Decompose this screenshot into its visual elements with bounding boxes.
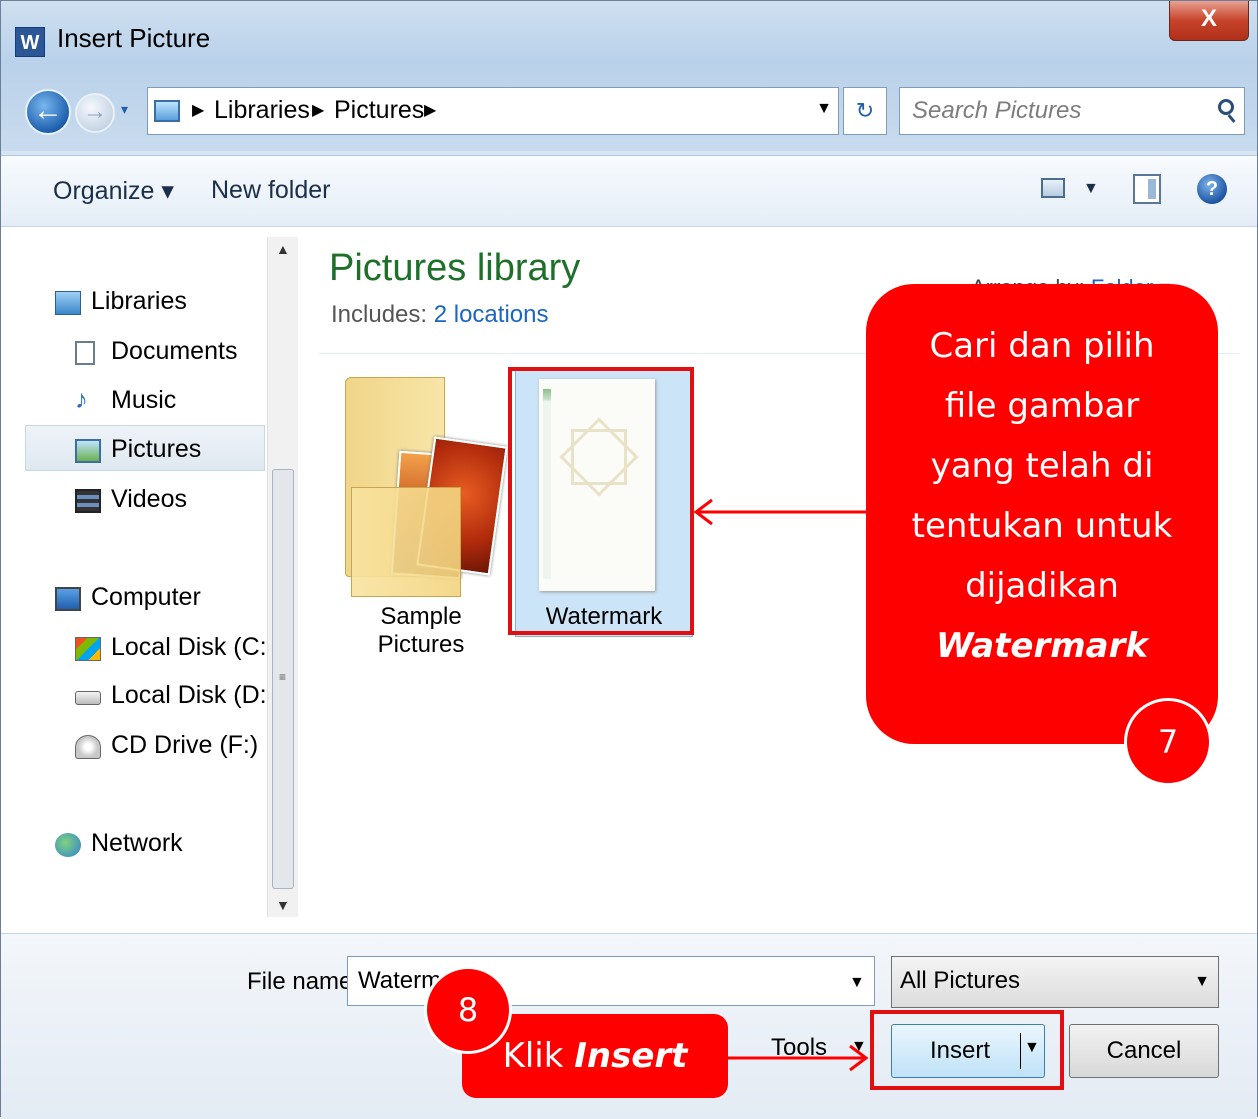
cd-drive-icon	[75, 735, 101, 759]
callout-line: dijadikan	[965, 566, 1119, 606]
callout-emphasis: Watermark	[936, 626, 1148, 666]
breadcrumb-pictures[interactable]: Pictures	[334, 96, 424, 125]
title-bar: W Insert Picture X	[1, 1, 1257, 77]
arrow-to-watermark	[693, 498, 866, 526]
libraries-icon	[55, 291, 81, 315]
nav-pane-scrollbar[interactable]: ▲ ≡ ▼	[267, 237, 298, 917]
search-icon[interactable]	[1218, 99, 1234, 115]
scroll-thumb[interactable]: ≡	[272, 469, 294, 889]
sidebar-item-label: Local Disk (D:)	[111, 681, 275, 709]
file-name: Sample Pictures	[377, 603, 465, 658]
command-toolbar: Organize ▾ New folder ▼ ?	[1, 155, 1257, 227]
breadcrumb-separator-icon[interactable]: ▶	[424, 100, 436, 120]
address-dropdown-icon[interactable]: ▼	[816, 100, 832, 118]
local-disk-d-icon	[75, 691, 101, 705]
view-options-dropdown-icon[interactable]: ▼	[1083, 180, 1099, 198]
navigation-pane: Libraries Documents ♪ Music Pictures Vid…	[1, 227, 299, 933]
forward-button[interactable]: →	[75, 93, 115, 133]
scroll-down-icon[interactable]: ▼	[276, 897, 290, 913]
network-icon	[55, 833, 81, 857]
sidebar-item-label: Libraries	[91, 287, 187, 315]
scroll-up-icon[interactable]: ▲	[276, 241, 290, 257]
refresh-button[interactable]: ↻	[843, 87, 887, 135]
callout-line: Cari dan pilih	[929, 326, 1155, 366]
search-input[interactable]: Search Pictures	[912, 97, 1081, 125]
file-item-sample-pictures[interactable]: Sample Pictures	[341, 367, 508, 658]
step7-badge: 7	[1124, 698, 1212, 786]
sidebar-item-label: CD Drive (F:)	[111, 731, 259, 759]
sidebar-item-label: Computer	[91, 583, 201, 611]
sidebar-item-label: Network	[91, 829, 183, 857]
music-icon: ♪	[75, 384, 88, 414]
file-name-label: File name:	[247, 968, 360, 995]
sidebar-item-label: Pictures	[111, 435, 202, 463]
highlight-box-insert	[870, 1010, 1064, 1090]
word-app-icon: W	[15, 27, 45, 57]
callout-line: file gambar	[944, 386, 1140, 426]
highlight-box-watermark	[508, 367, 694, 635]
pictures-location-icon	[154, 100, 180, 122]
organize-button[interactable]: Organize ▾	[53, 176, 174, 206]
videos-icon	[75, 489, 101, 513]
help-icon[interactable]: ?	[1197, 174, 1227, 204]
file-type-select[interactable]: All Pictures ▼	[891, 956, 1219, 1008]
documents-icon	[75, 341, 95, 365]
pictures-icon	[75, 439, 101, 463]
cancel-button[interactable]: Cancel	[1069, 1024, 1219, 1078]
file-name-dropdown-icon[interactable]: ▼	[849, 974, 865, 992]
arrow-to-insert	[728, 1044, 869, 1072]
callout-line: yang telah di	[930, 446, 1154, 486]
breadcrumb-libraries[interactable]: Libraries	[214, 96, 310, 125]
file-type-value: All Pictures	[900, 967, 1021, 994]
callout-prefix: Klik	[502, 1036, 575, 1076]
address-bar[interactable]: ▶ Libraries ▶ Pictures ▶ ▼	[147, 87, 839, 135]
window-title: Insert Picture	[57, 23, 211, 53]
local-disk-c-icon	[75, 637, 101, 661]
sidebar-item-label: Documents	[111, 337, 238, 365]
cancel-label: Cancel	[1106, 1037, 1182, 1064]
step8-badge: 8	[424, 966, 512, 1054]
callout-line: tentukan untuk	[911, 506, 1173, 546]
preview-pane-icon[interactable]	[1133, 174, 1161, 204]
search-box[interactable]: Search Pictures	[899, 87, 1245, 135]
includes-label: Includes:	[331, 301, 428, 328]
callout-emphasis: Insert	[574, 1036, 688, 1076]
computer-icon	[55, 587, 81, 611]
library-title: Pictures library	[329, 247, 581, 289]
new-folder-button[interactable]: New folder	[211, 176, 331, 205]
close-button[interactable]: X	[1169, 1, 1249, 41]
step7-callout: Cari dan pilih file gambar yang telah di…	[866, 284, 1218, 744]
folder-front-flap	[351, 487, 461, 597]
file-type-dropdown-icon[interactable]: ▼	[1194, 973, 1210, 991]
breadcrumb-separator-icon[interactable]: ▶	[312, 100, 324, 120]
change-view-icon[interactable]	[1041, 178, 1065, 198]
recent-pages-dropdown-icon[interactable]: ▾	[121, 101, 128, 118]
sidebar-item-label: Videos	[111, 485, 187, 513]
sidebar-item-label: Local Disk (C:)	[111, 633, 275, 661]
back-button[interactable]: ←	[25, 89, 71, 135]
sidebar-item-label: Music	[111, 386, 177, 414]
navigation-bar: ← → ▾ ▶ Libraries ▶ Pictures ▶ ▼ ↻ Searc…	[1, 81, 1257, 141]
grip-icon: ≡	[279, 670, 287, 684]
library-includes: Includes: 2 locations	[331, 301, 548, 329]
includes-locations-link[interactable]: 2 locations	[434, 301, 549, 328]
breadcrumb-separator-icon[interactable]: ▶	[192, 100, 204, 120]
